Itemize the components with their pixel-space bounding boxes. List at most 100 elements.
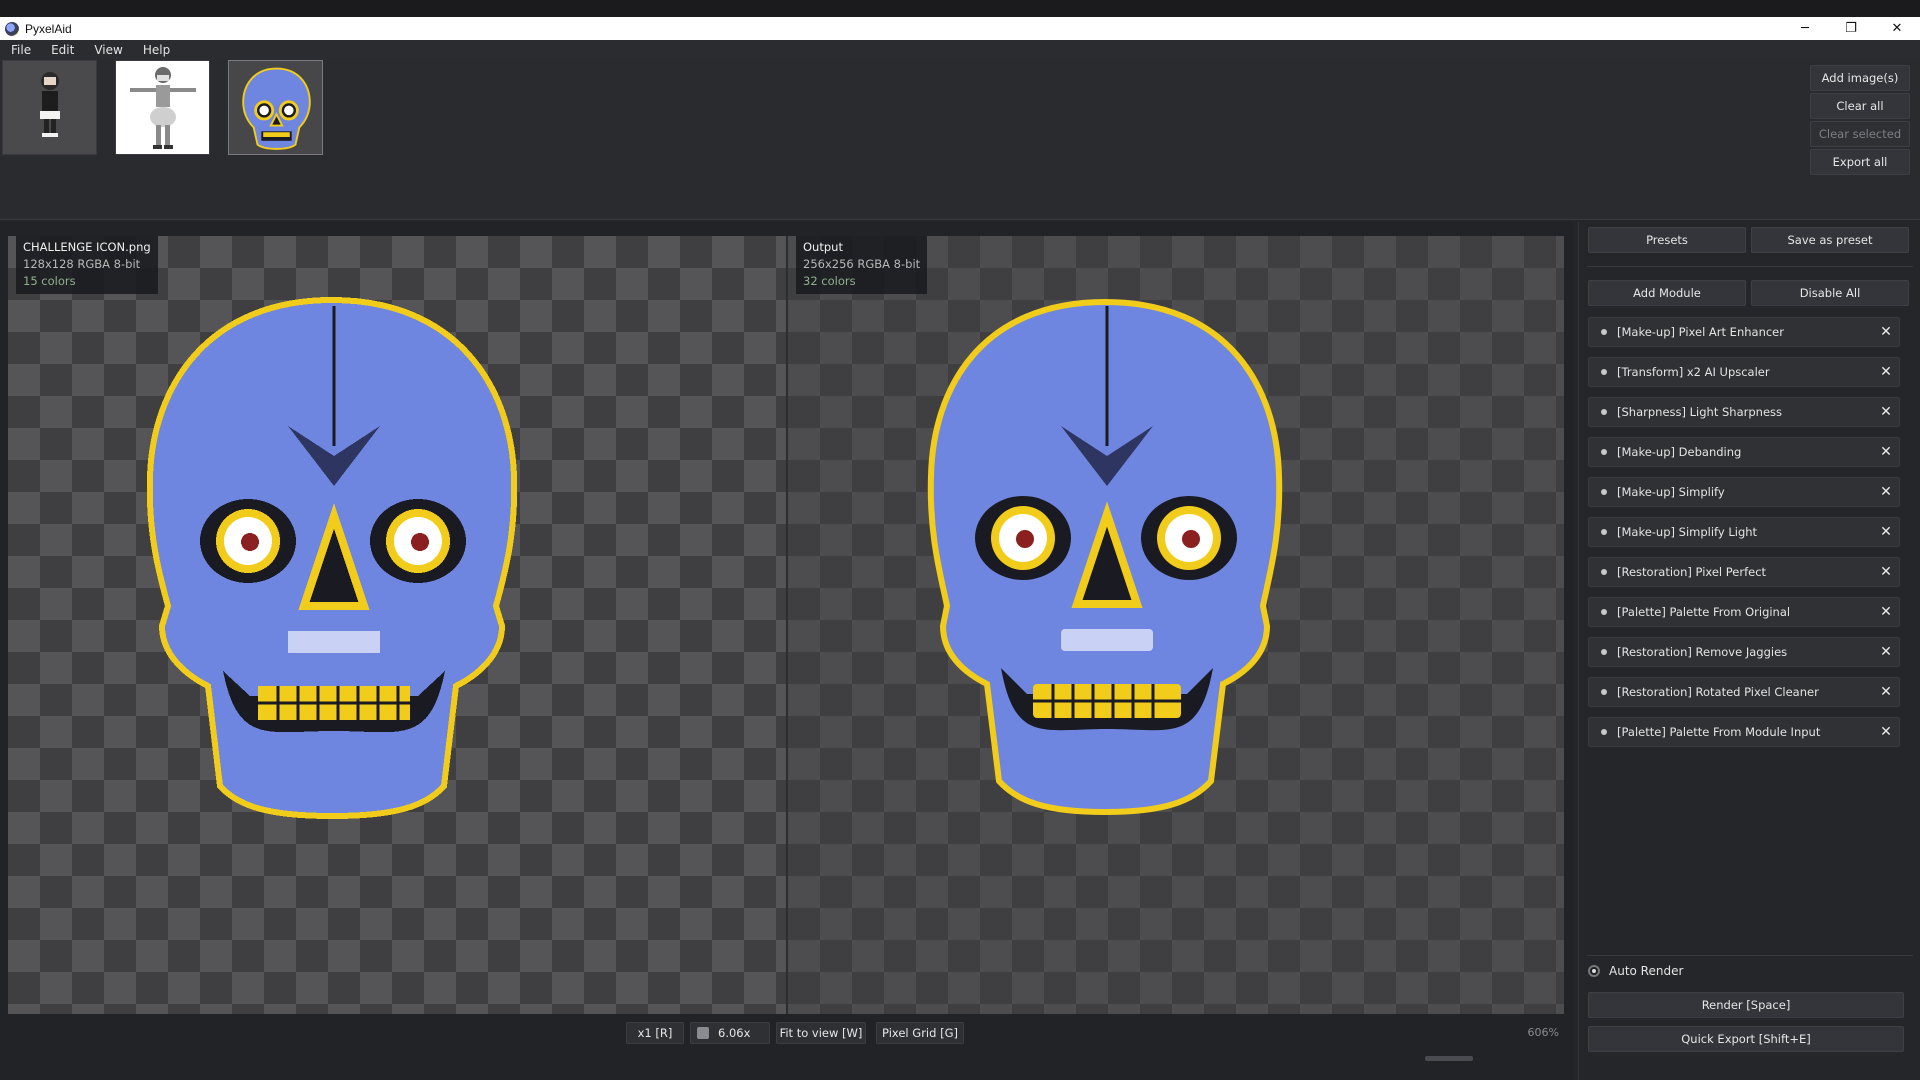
close-button[interactable]: ✕ — [1874, 17, 1920, 40]
window-title: PyxelAid — [25, 21, 72, 36]
module-label: [Sharpness] Light Sharpness — [1617, 405, 1783, 419]
disable-all-button[interactable]: Disable All — [1751, 280, 1909, 306]
top-strip — [0, 0, 1920, 17]
zoom-x1-button[interactable]: x1 [R] — [626, 1022, 684, 1044]
module-enabled-dot-icon[interactable] — [1601, 489, 1607, 495]
clear-all-button[interactable]: Clear all — [1810, 93, 1910, 119]
module-enabled-dot-icon[interactable] — [1601, 529, 1607, 535]
app-logo-icon — [5, 21, 19, 36]
thumbnail-tpose-figure[interactable] — [115, 60, 210, 155]
module-item[interactable]: [Make-up] Debanding ✕ — [1588, 437, 1900, 467]
add-images-button[interactable]: Add image(s) — [1810, 65, 1910, 91]
module-enabled-dot-icon[interactable] — [1601, 569, 1607, 575]
output-image-info: Output 256x256 RGBA 8-bit 32 colors — [796, 236, 928, 294]
output-meta: 256x256 RGBA 8-bit — [803, 257, 921, 271]
menu-bar: File Edit View Help — [0, 40, 1920, 60]
module-item[interactable]: [Make-up] Simplify ✕ — [1588, 477, 1900, 507]
module-label: [Make-up] Simplify — [1617, 485, 1725, 499]
input-skull-image — [146, 296, 518, 820]
title-bar: PyxelAid ─ ❐ ✕ — [0, 17, 1920, 40]
remove-module-icon[interactable]: ✕ — [1873, 564, 1899, 580]
remove-module-icon[interactable]: ✕ — [1873, 444, 1899, 460]
remove-module-icon[interactable]: ✕ — [1873, 404, 1899, 420]
input-filename: CHALLENGE ICON.png — [23, 240, 151, 254]
panel-divider — [1587, 955, 1913, 956]
menu-help[interactable]: Help — [140, 43, 173, 57]
module-enabled-dot-icon[interactable] — [1601, 449, 1607, 455]
maximize-button[interactable]: ❐ — [1828, 17, 1874, 40]
output-title: Output — [803, 240, 843, 254]
menu-file[interactable]: File — [8, 43, 34, 57]
image-viewer: CHALLENGE ICON.png 128x128 RGBA 8-bit 15… — [0, 222, 1573, 1080]
auto-render-radio-icon[interactable] — [1588, 965, 1600, 977]
pixel-grid-button[interactable]: Pixel Grid [G] — [876, 1022, 964, 1044]
save-as-preset-button[interactable]: Save as preset — [1751, 227, 1909, 253]
image-thumbnail-strip: Add image(s) Clear all Clear selected Ex… — [0, 60, 1920, 220]
fit-to-view-button[interactable]: Fit to view [W] — [776, 1022, 866, 1044]
remove-module-icon[interactable]: ✕ — [1873, 724, 1899, 740]
module-enabled-dot-icon[interactable] — [1601, 689, 1607, 695]
remove-module-icon[interactable]: ✕ — [1873, 684, 1899, 700]
panel-divider — [1587, 266, 1913, 267]
clear-selected-button[interactable]: Clear selected — [1810, 121, 1910, 147]
output-canvas[interactable]: Output 256x256 RGBA 8-bit 32 colors — [788, 236, 1564, 1014]
module-label: [Restoration] Pixel Perfect — [1617, 565, 1767, 579]
module-item[interactable]: [Sharpness] Light Sharpness ✕ — [1588, 397, 1900, 427]
menu-edit[interactable]: Edit — [48, 43, 77, 57]
input-meta: 128x128 RGBA 8-bit — [23, 257, 141, 271]
thumbnail-character-dark[interactable] — [2, 60, 97, 155]
module-label: [Restoration] Remove Jaggies — [1617, 645, 1788, 659]
remove-module-icon[interactable]: ✕ — [1873, 644, 1899, 660]
input-image-info: CHALLENGE ICON.png 128x128 RGBA 8-bit 15… — [16, 236, 158, 294]
module-item[interactable]: [Transform] x2 AI Upscaler ✕ — [1588, 357, 1900, 387]
zoom-percent: 606% — [1527, 1026, 1559, 1039]
module-item[interactable]: [Restoration] Pixel Perfect ✕ — [1588, 557, 1900, 587]
output-color-count: 32 colors — [803, 274, 856, 288]
input-color-count: 15 colors — [23, 274, 76, 288]
character-figure-icon — [40, 72, 60, 137]
module-label: [Restoration] Rotated Pixel Cleaner — [1617, 685, 1819, 699]
remove-module-icon[interactable]: ✕ — [1873, 364, 1899, 380]
horizontal-scrollbar[interactable] — [1425, 1056, 1473, 1061]
auto-render-toggle[interactable]: Auto Render — [1588, 964, 1683, 978]
zoom-swatch-icon — [697, 1027, 709, 1039]
skull-thumbnail-icon — [242, 67, 311, 150]
menu-view[interactable]: View — [91, 43, 125, 57]
module-enabled-dot-icon[interactable] — [1601, 369, 1607, 375]
export-all-button[interactable]: Export all — [1810, 149, 1910, 175]
zoom-value: 6.06x — [718, 1026, 751, 1040]
input-canvas[interactable]: CHALLENGE ICON.png 128x128 RGBA 8-bit 15… — [8, 236, 786, 1014]
tpose-figure-icon — [130, 67, 196, 149]
module-item[interactable]: [Make-up] Pixel Art Enhancer ✕ — [1588, 317, 1900, 347]
module-enabled-dot-icon[interactable] — [1601, 409, 1607, 415]
module-item[interactable]: [Make-up] Simplify Light ✕ — [1588, 517, 1900, 547]
minimize-button[interactable]: ─ — [1782, 17, 1828, 40]
window-controls: ─ ❐ ✕ — [1782, 17, 1920, 40]
remove-module-icon[interactable]: ✕ — [1873, 524, 1899, 540]
presets-button[interactable]: Presets — [1588, 227, 1746, 253]
module-enabled-dot-icon[interactable] — [1601, 729, 1607, 735]
add-module-button[interactable]: Add Module — [1588, 280, 1746, 306]
remove-module-icon[interactable]: ✕ — [1873, 324, 1899, 340]
module-label: [Make-up] Simplify Light — [1617, 525, 1758, 539]
auto-render-label: Auto Render — [1609, 964, 1684, 978]
remove-module-icon[interactable]: ✕ — [1873, 604, 1899, 620]
module-label: [Palette] Palette From Original — [1617, 605, 1791, 619]
module-item[interactable]: [Palette] Palette From Original ✕ — [1588, 597, 1900, 627]
module-enabled-dot-icon[interactable] — [1601, 329, 1607, 335]
output-skull-image — [927, 298, 1283, 816]
module-enabled-dot-icon[interactable] — [1601, 609, 1607, 615]
module-panel: Presets Save as preset Add Module Disabl… — [1578, 222, 1920, 1080]
quick-export-button[interactable]: Quick Export [Shift+E] — [1588, 1026, 1904, 1052]
remove-module-icon[interactable]: ✕ — [1873, 484, 1899, 500]
render-button[interactable]: Render [Space] — [1588, 992, 1904, 1018]
module-item[interactable]: [Restoration] Remove Jaggies ✕ — [1588, 637, 1900, 667]
module-label: [Make-up] Pixel Art Enhancer — [1617, 325, 1784, 339]
module-item[interactable]: [Restoration] Rotated Pixel Cleaner ✕ — [1588, 677, 1900, 707]
module-enabled-dot-icon[interactable] — [1601, 649, 1607, 655]
module-label: [Transform] x2 AI Upscaler — [1617, 365, 1770, 379]
zoom-toolbar: x1 [R] 6.06x Fit to view [W] Pixel Grid … — [0, 1022, 1573, 1054]
thumbnail-skull-selected[interactable] — [228, 60, 323, 155]
zoom-value-field[interactable]: 6.06x — [690, 1022, 770, 1044]
module-item[interactable]: [Palette] Palette From Module Input ✕ — [1588, 717, 1900, 747]
